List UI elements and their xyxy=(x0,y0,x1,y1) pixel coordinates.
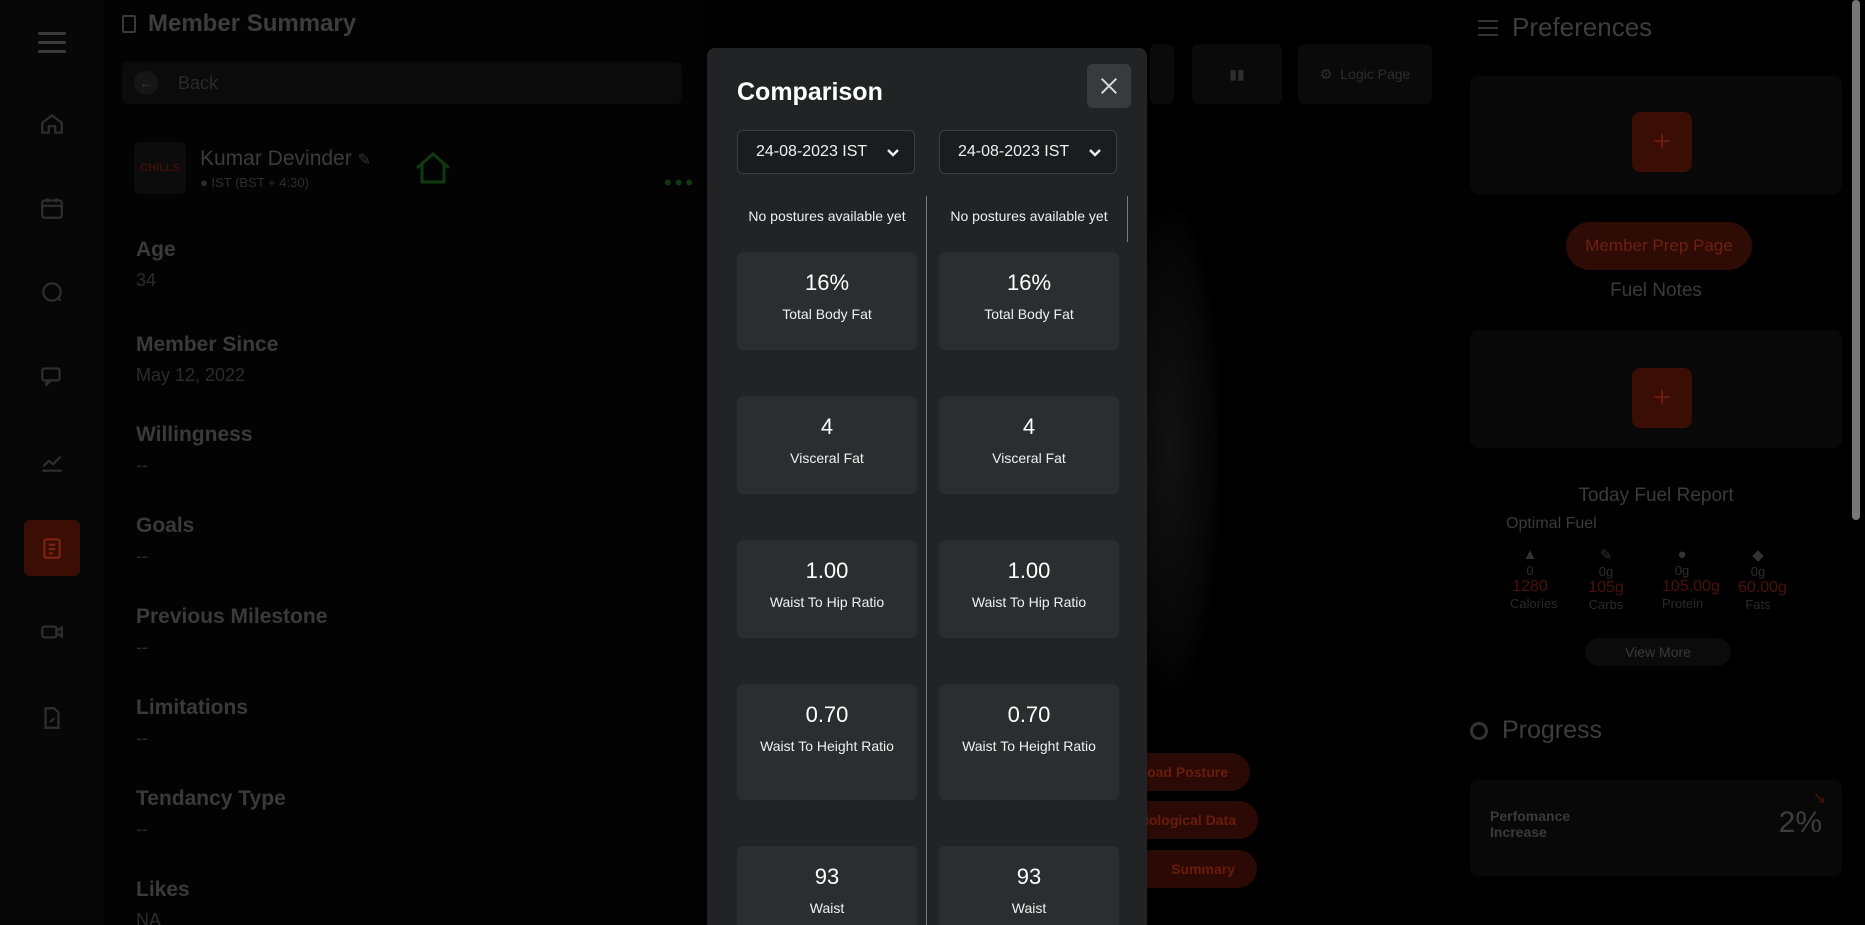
back-button[interactable]: ← Back xyxy=(122,62,682,104)
member-profile: CHILLS Kumar Devinder ✎ ● IST (BST + 4:3… xyxy=(134,142,453,194)
add-fuel-note-button[interactable]: + xyxy=(1632,368,1692,428)
optimal-fuel-label: Optimal Fuel xyxy=(1506,515,1597,532)
fuel-notes-card: + xyxy=(1470,330,1842,448)
member-logo: CHILLS xyxy=(134,142,186,194)
metric-card: 93 Waist xyxy=(939,846,1119,925)
fuel-fats: ◆ 0g 60.00g Fats xyxy=(1738,547,1787,612)
column-edge xyxy=(1127,196,1128,242)
right-date-select[interactable]: 24-08-2023 IST xyxy=(939,130,1117,174)
progress-gear-icon xyxy=(1470,721,1488,740)
edit-pencil-icon[interactable]: ✎ xyxy=(358,152,371,169)
clipboard-icon xyxy=(43,538,61,559)
fuel-carbs: ✎ 0g 105g Carbs xyxy=(1586,546,1626,612)
progress-title: Progress xyxy=(1470,716,1602,745)
page-scrollbar[interactable] xyxy=(1852,0,1860,520)
view-more-button[interactable]: View More xyxy=(1585,638,1731,666)
back-arrow-icon: ← xyxy=(134,71,158,95)
member-summary-panel: Member Summary ← Back CHILLS Kumar Devin… xyxy=(104,0,704,925)
preferences-card: + xyxy=(1470,76,1842,194)
tool-edge xyxy=(1150,44,1174,104)
location-pin-icon: ● xyxy=(200,174,208,190)
chat-nav-button[interactable] xyxy=(24,264,80,320)
fuel-calories: ▲ 0 1280 Calories xyxy=(1510,546,1558,611)
menu-icon[interactable] xyxy=(38,32,66,56)
preferences-panel: Preferences + Member Prep Page Fuel Note… xyxy=(1470,0,1850,925)
home-status-icon xyxy=(413,148,453,188)
field-willingness: Willingness -- xyxy=(136,423,253,475)
summary-doc-icon xyxy=(122,15,136,33)
left-comparison-column: No postures available yet 16% Total Body … xyxy=(737,196,917,925)
video-nav-button[interactable] xyxy=(24,604,80,660)
nav-rail xyxy=(0,0,104,925)
messages-nav-button[interactable] xyxy=(24,348,80,404)
more-dots-icon[interactable]: ••• xyxy=(664,170,696,196)
chart-tool-button[interactable]: ▮▮ xyxy=(1192,44,1282,104)
member-prep-page-button[interactable]: Member Prep Page xyxy=(1566,222,1752,270)
pen-icon: ✎ xyxy=(1599,547,1613,564)
field-tendancy-type: Tendancy Type -- xyxy=(136,787,286,839)
chat-icon xyxy=(42,282,62,302)
fuel-report-title: Today Fuel Report xyxy=(1578,485,1734,506)
bar-chart-icon: ▮▮ xyxy=(1229,65,1245,82)
field-limitations: Limitations -- xyxy=(136,696,249,748)
trend-chart-icon xyxy=(42,455,62,472)
field-likes: Likes NA xyxy=(136,878,190,925)
metric-card: 16% Total Body Fat xyxy=(737,252,917,350)
home-nav-button[interactable] xyxy=(24,96,80,152)
member-summary-title: Member Summary xyxy=(122,10,356,38)
member-name: Kumar Devinder ✎ xyxy=(200,146,371,170)
metric-card: 1.00 Waist To Hip Ratio xyxy=(737,540,917,638)
flame-icon: ▲ xyxy=(1522,546,1538,563)
settings-gear-icon: ⚙ xyxy=(1319,65,1333,82)
modal-title: Comparison xyxy=(737,78,883,106)
avocado-icon: ◆ xyxy=(1752,547,1764,564)
messages-icon xyxy=(41,367,61,388)
close-button[interactable] xyxy=(1087,64,1131,108)
left-date-select[interactable]: 24-08-2023 IST xyxy=(737,130,915,174)
summary-nav-button[interactable] xyxy=(24,520,80,576)
column-divider xyxy=(926,196,927,925)
metric-card: 4 Visceral Fat xyxy=(939,396,1119,494)
drumstick-icon: ● xyxy=(1677,546,1687,563)
metric-card: 93 Waist xyxy=(737,846,917,925)
metric-card: 4 Visceral Fat xyxy=(737,396,917,494)
member-timezone: ● IST (BST + 4:30) xyxy=(200,174,309,190)
close-icon xyxy=(1100,77,1118,95)
document-nav-button[interactable] xyxy=(24,690,80,746)
metric-card: 16% Total Body Fat xyxy=(939,252,1119,350)
add-preference-button[interactable]: + xyxy=(1632,112,1692,172)
fuel-notes-title: Fuel Notes xyxy=(1610,280,1702,301)
chevron-down-icon xyxy=(886,145,900,159)
list-icon xyxy=(1478,19,1498,36)
performance-card[interactable]: ↘ Perfomance Increase 2% xyxy=(1470,780,1842,876)
no-postures-message: No postures available yet xyxy=(950,208,1108,224)
field-previous-milestone: Previous Milestone -- xyxy=(136,605,328,657)
metric-card: 1.00 Waist To Hip Ratio xyxy=(939,540,1119,638)
field-member-since: Member Since May 12, 2022 xyxy=(136,333,279,385)
logic-page-button[interactable]: ⚙ Logic Page xyxy=(1298,44,1432,104)
right-comparison-column: No postures available yet 16% Total Body … xyxy=(939,196,1119,925)
metric-card: 0.70 Waist To Height Ratio xyxy=(939,684,1119,800)
comparison-modal: Comparison 24-08-2023 IST 24-08-2023 IST… xyxy=(707,48,1147,925)
calendar-nav-button[interactable] xyxy=(24,180,80,236)
video-icon xyxy=(41,625,63,639)
metric-card: 0.70 Waist To Height Ratio xyxy=(737,684,917,800)
fuel-protein: ● 0g 105.00g Protein xyxy=(1662,546,1720,611)
calendar-icon xyxy=(41,198,63,219)
no-postures-message: No postures available yet xyxy=(748,208,906,224)
chevron-down-icon xyxy=(1088,145,1102,159)
trends-nav-button[interactable] xyxy=(24,434,80,490)
fuel-report-grid: ▲ 0 1280 Calories ✎ 0g 105g Carbs ● 0g 1… xyxy=(1510,546,1787,612)
arrow-diagonal-icon: ↘ xyxy=(1812,790,1826,807)
field-goals: Goals -- xyxy=(136,514,195,566)
document-icon xyxy=(44,707,60,729)
home-icon xyxy=(41,113,63,134)
preferences-title: Preferences xyxy=(1478,12,1652,43)
field-age: Age 34 xyxy=(136,238,176,290)
